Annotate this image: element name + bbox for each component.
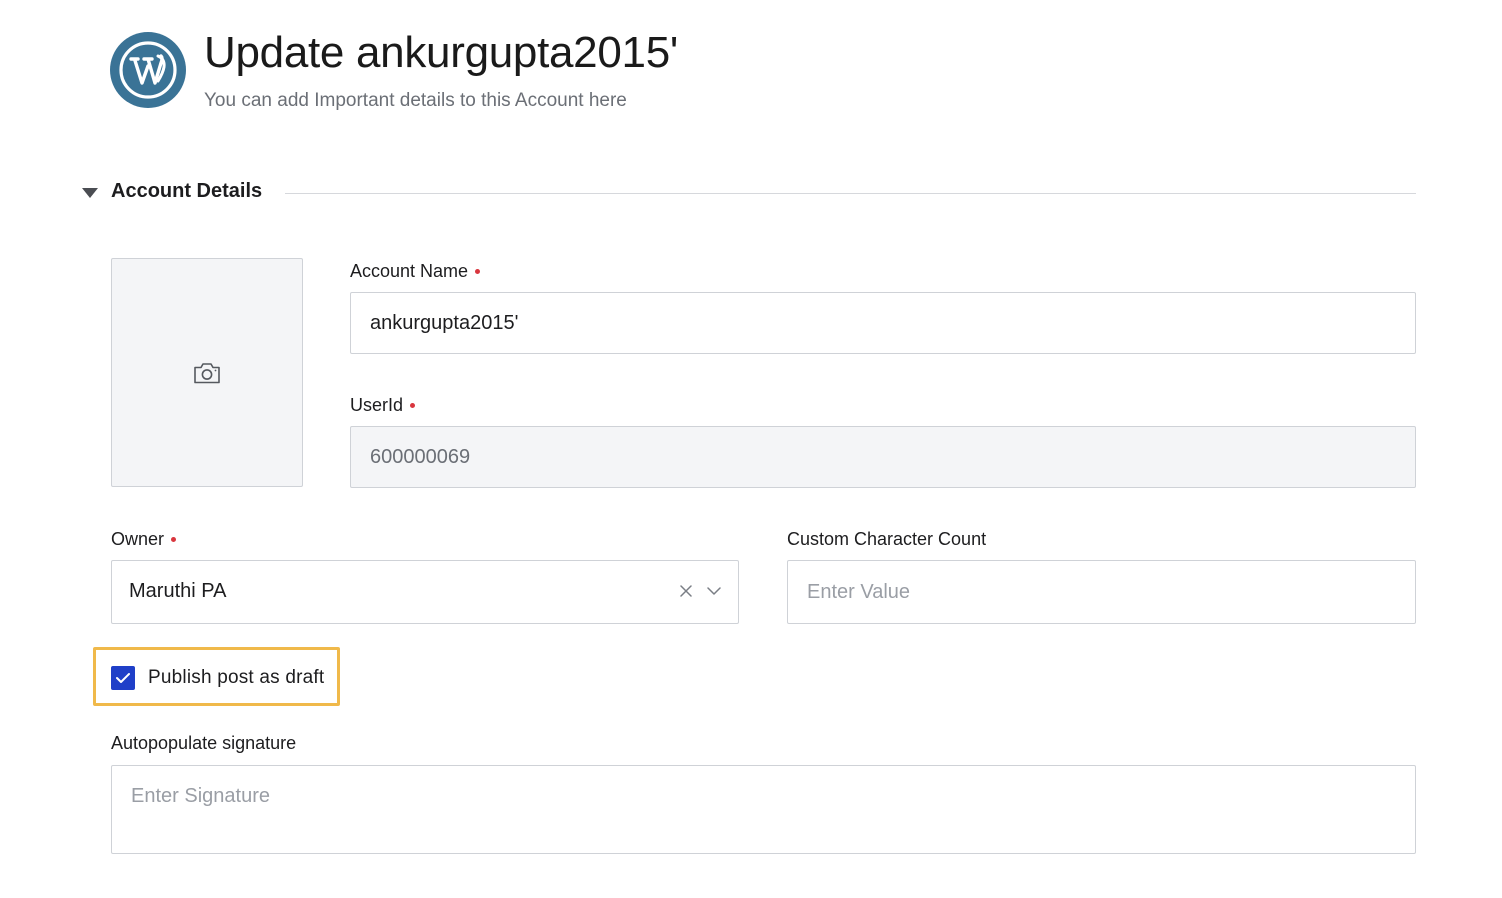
custom-character-count-label: Custom Character Count <box>787 529 987 549</box>
wordpress-icon <box>117 39 179 101</box>
custom-character-count-input[interactable] <box>787 560 1416 624</box>
publish-draft-label[interactable]: Publish post as draft <box>148 667 324 689</box>
page-subtitle: You can add Important details to this Ac… <box>204 90 627 111</box>
caret-down-icon <box>82 188 98 198</box>
camera-icon <box>193 361 221 385</box>
account-name-input[interactable] <box>350 292 1416 354</box>
account-name-label: Account Name <box>350 261 481 282</box>
required-indicator <box>171 536 177 542</box>
required-indicator <box>475 268 481 274</box>
signature-label: Autopopulate signature <box>111 733 297 753</box>
chevron-down-icon[interactable] <box>706 583 722 599</box>
owner-label: Owner <box>111 529 177 550</box>
owner-select[interactable]: Maruthi PA <box>111 560 739 624</box>
avatar-upload[interactable] <box>111 258 303 487</box>
checkmark-icon <box>115 672 131 684</box>
section-divider <box>285 193 1416 194</box>
user-id-label: UserId <box>350 395 416 416</box>
signature-textarea[interactable] <box>111 765 1416 854</box>
owner-selected-value: Maruthi PA <box>129 580 227 602</box>
section-title: Account Details <box>111 180 263 202</box>
wordpress-logo <box>110 32 186 108</box>
page-title: Update ankurgupta2015' <box>204 28 678 77</box>
user-id-input[interactable] <box>350 426 1416 488</box>
required-indicator <box>410 402 416 408</box>
publish-draft-checkbox[interactable] <box>111 666 135 690</box>
section-toggle[interactable] <box>81 186 99 200</box>
clear-icon[interactable] <box>678 583 694 599</box>
